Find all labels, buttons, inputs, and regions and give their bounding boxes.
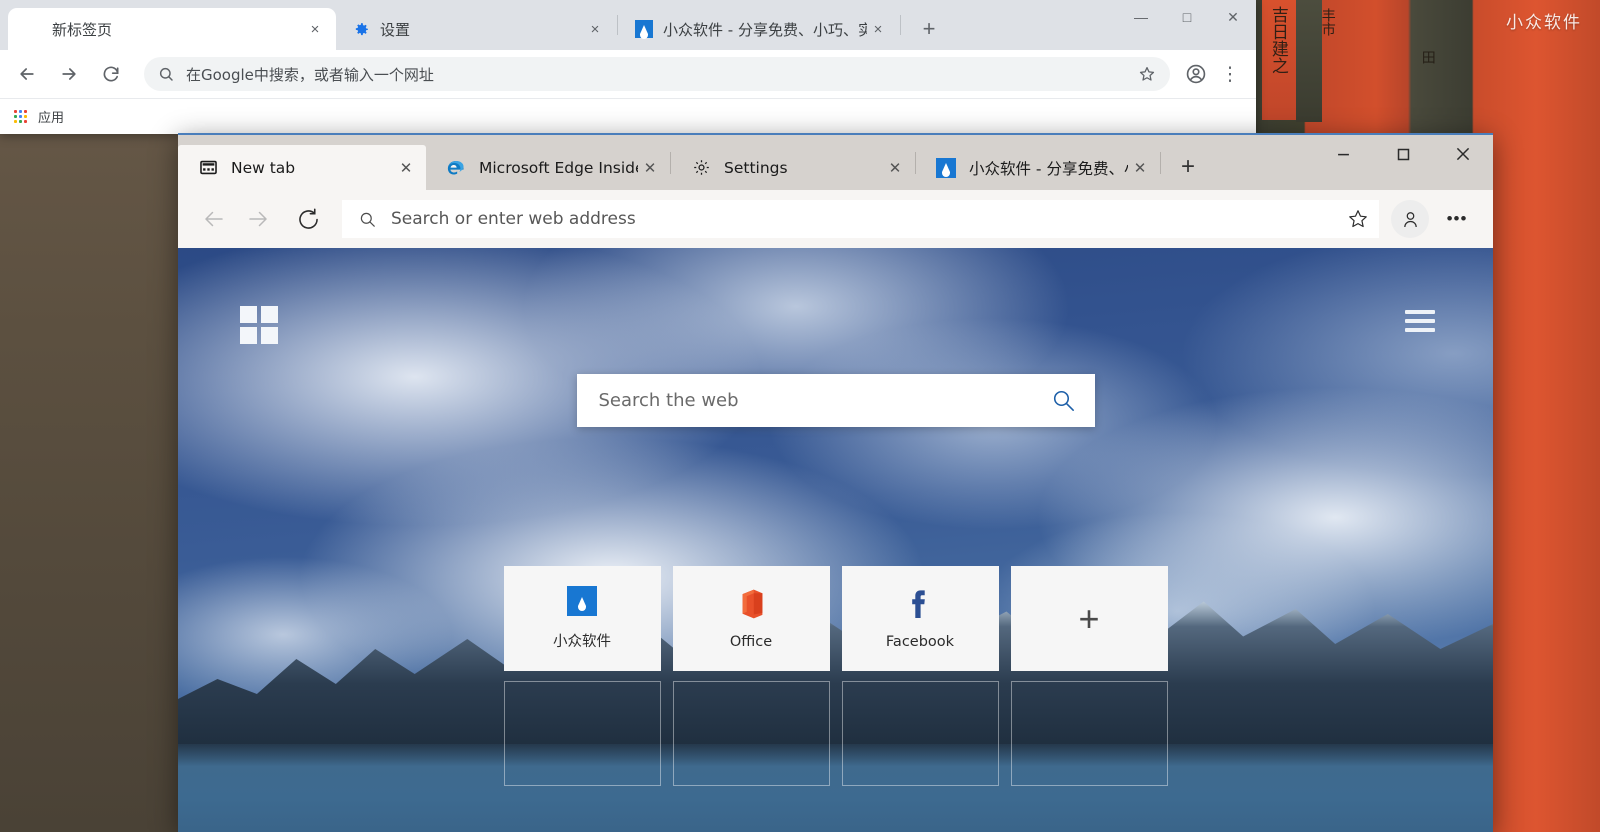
new-tab-icon	[198, 158, 218, 178]
search-icon[interactable]	[1050, 387, 1077, 414]
wallpaper-calligraphy-2: 丰市	[1319, 8, 1336, 36]
edge-tab-strip[interactable]: New tab ✕ Microsoft Edge Insider ✕ Setti…	[178, 135, 1493, 190]
edge-tab-close-button[interactable]: ✕	[638, 156, 662, 180]
edge-logo-icon	[446, 158, 466, 178]
chrome-reload-button[interactable]	[94, 57, 128, 91]
plus-icon: +	[1078, 597, 1100, 639]
edge-tab-title: Microsoft Edge Insider	[479, 158, 638, 177]
newtab-tile-sspai[interactable]: 小众软件	[503, 566, 661, 671]
chrome-omnibox-placeholder: 在Google中搜索，或者输入一个网址	[186, 65, 434, 84]
chrome-bookmark-star-button[interactable]	[1138, 65, 1156, 83]
edge-refresh-button[interactable]	[286, 197, 330, 241]
chrome-minimize-button[interactable]: —	[1118, 0, 1164, 34]
newtab-tile-office[interactable]: Office	[672, 566, 830, 671]
edge-profile-button[interactable]	[1391, 200, 1429, 238]
chrome-tab-title: 新标签页	[52, 20, 113, 39]
edge-address-bar[interactable]: Search or enter web address	[342, 200, 1379, 238]
chrome-forward-button[interactable]	[52, 57, 86, 91]
edge-new-tab-button[interactable]: +	[1169, 148, 1207, 186]
chrome-tab-close-button[interactable]: ×	[867, 18, 889, 40]
hamburger-icon[interactable]	[1405, 310, 1435, 332]
chrome-tab-close-button[interactable]: ×	[584, 18, 606, 40]
chrome-maximize-button[interactable]: □	[1164, 0, 1210, 34]
search-icon	[158, 66, 174, 82]
edge-maximize-button[interactable]	[1373, 135, 1433, 173]
edge-address-placeholder: Search or enter web address	[391, 209, 636, 229]
edge-new-tab-page: Search the web 小众软件 Office Facebook +	[178, 248, 1493, 832]
gear-icon	[691, 158, 711, 178]
edge-more-button[interactable]: •••	[1435, 197, 1479, 241]
chrome-tab-sspai[interactable]: 小众软件 - 分享免费、小巧、实 ×	[619, 8, 899, 50]
newtab-tile-placeholder[interactable]	[1010, 681, 1168, 786]
edge-back-button[interactable]	[192, 197, 236, 241]
chrome-new-tab-button[interactable]: +	[912, 12, 946, 46]
chrome-bookmark-bar[interactable]: 应用	[0, 98, 1256, 134]
edge-toolbar[interactable]: Search or enter web address •••	[178, 190, 1493, 248]
newtab-tile-add[interactable]: +	[1010, 566, 1168, 671]
edge-tab-settings[interactable]: Settings ✕	[671, 145, 915, 190]
chrome-close-button[interactable]: ✕	[1210, 0, 1256, 34]
chrome-tab-new-tab[interactable]: 新标签页 ×	[8, 8, 336, 50]
edge-window-controls[interactable]	[1313, 135, 1493, 173]
edge-tab-close-button[interactable]: ✕	[1128, 156, 1152, 180]
search-icon	[358, 210, 377, 229]
chrome-omnibox[interactable]: 在Google中搜索，或者输入一个网址	[144, 57, 1170, 91]
site-watermark: 小众软件	[1506, 13, 1582, 33]
sspai-drop-icon	[635, 20, 653, 39]
facebook-icon	[906, 588, 934, 620]
newtab-search-box[interactable]: Search the web	[576, 374, 1095, 427]
newtab-tile-placeholder[interactable]	[672, 681, 830, 786]
apps-grid-icon	[14, 110, 27, 123]
newtab-tile-facebook[interactable]: Facebook	[841, 566, 999, 671]
chrome-tab-strip[interactable]: 新标签页 × 设置 × 小众软件 - 分享免费、小巧、实 × + — □ ✕	[0, 0, 1256, 50]
newtab-tile-label: 小众软件	[553, 634, 611, 650]
edge-tab-title: New tab	[231, 158, 296, 177]
chrome-back-button[interactable]	[10, 57, 44, 91]
chrome-window-controls[interactable]: — □ ✕	[1118, 0, 1256, 34]
edge-tab-title: 小众软件 - 分享免费、小巧	[969, 159, 1128, 178]
newtab-tile-label: Office	[729, 633, 773, 650]
new-tab-icon	[24, 20, 42, 38]
chrome-apps-bookmark[interactable]: 应用	[38, 107, 64, 126]
edge-browser-window[interactable]: New tab ✕ Microsoft Edge Insider ✕ Setti…	[178, 133, 1493, 832]
chrome-toolbar[interactable]: 在Google中搜索，或者输入一个网址 ⋮	[0, 50, 1256, 98]
wallpaper-calligraphy-1: 吉日建之	[1267, 6, 1288, 74]
newtab-tile-placeholder[interactable]	[841, 681, 999, 786]
edge-tab-title: Settings	[724, 158, 788, 177]
tab-divider	[1160, 151, 1161, 174]
edge-forward-button[interactable]	[236, 197, 280, 241]
chrome-browser-window[interactable]: 新标签页 × 设置 × 小众软件 - 分享免费、小巧、实 × + — □ ✕ 在…	[0, 0, 1256, 134]
sspai-drop-icon	[936, 157, 956, 178]
chrome-tab-close-button[interactable]: ×	[304, 18, 326, 40]
sspai-drop-icon	[567, 586, 597, 616]
newtab-search-row: Search the web	[178, 374, 1493, 427]
wallpaper-calligraphy-3: 田	[1419, 50, 1436, 64]
tab-divider	[617, 15, 618, 35]
edge-tab-edge-insider[interactable]: Microsoft Edge Insider ✕	[426, 145, 670, 190]
edge-favorites-star-button[interactable]	[1347, 208, 1369, 230]
newtab-tile-label: Facebook	[885, 633, 955, 650]
windows-logo-icon[interactable]	[240, 306, 278, 344]
newtab-tile-placeholder[interactable]	[503, 681, 661, 786]
chrome-tab-title: 小众软件 - 分享免费、小巧、实	[663, 20, 867, 39]
edge-tab-close-button[interactable]: ✕	[394, 156, 418, 180]
newtab-search-placeholder: Search the web	[598, 390, 739, 411]
edge-tab-sspai[interactable]: 小众软件 - 分享免费、小巧 ✕	[916, 145, 1160, 190]
edge-tab-close-button[interactable]: ✕	[883, 156, 907, 180]
edge-minimize-button[interactable]	[1313, 135, 1373, 173]
chrome-profile-button[interactable]	[1180, 58, 1212, 90]
chrome-tab-settings[interactable]: 设置 ×	[336, 8, 616, 50]
tab-divider	[900, 15, 901, 35]
newtab-tiles-grid: 小众软件 Office Facebook +	[500, 566, 1172, 786]
office-icon	[736, 588, 766, 620]
gear-icon	[352, 20, 370, 38]
chrome-tab-title: 设置	[380, 20, 411, 39]
edge-close-button[interactable]	[1433, 135, 1493, 173]
chrome-menu-button[interactable]: ⋮	[1214, 58, 1246, 90]
edge-tab-new-tab[interactable]: New tab ✕	[178, 145, 426, 190]
torii-beam	[1296, 0, 1322, 122]
